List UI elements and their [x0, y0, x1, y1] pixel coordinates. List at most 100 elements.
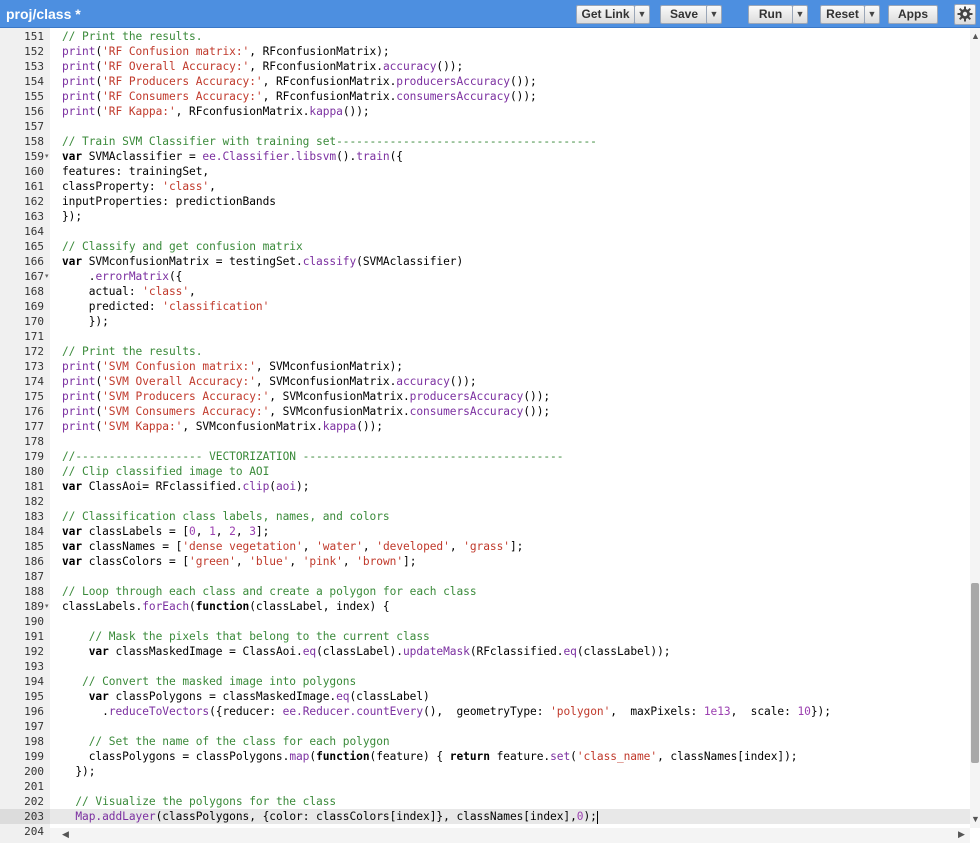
code-line[interactable]: 159 ▾ var SVMAclassifier = ee.Classifier.l…: [0, 149, 970, 164]
code-token: //------------------- VECTORIZATION ----…: [62, 450, 564, 463]
save-button[interactable]: Save: [660, 5, 708, 24]
code-line[interactable]: 154 print('RF Producers Accuracy:', RFcon…: [0, 74, 970, 89]
code-token: producersAccuracy: [396, 75, 510, 88]
run-label: Run: [758, 7, 783, 21]
code-editor[interactable]: 151// Print the results. 152 print('RF Con…: [0, 28, 980, 843]
code-line[interactable]: 187: [0, 569, 970, 584]
scroll-up-icon[interactable]: ▲: [971, 31, 980, 41]
fold-arrow-icon[interactable]: ▾: [45, 269, 49, 284]
code-line[interactable]: 157: [0, 119, 970, 134]
code-line[interactable]: 185 var classNames = ['dense vegetation',…: [0, 539, 970, 554]
code-line[interactable]: 199 classPolygons = classPolygons.map (fu…: [0, 749, 970, 764]
horizontal-scrollbar[interactable]: [50, 828, 970, 843]
get-link-dropdown[interactable]: ▼: [634, 5, 650, 24]
scroll-right-icon[interactable]: ▶: [958, 829, 965, 840]
code-text: classLabels.forEach(function(classLabel,…: [62, 599, 390, 614]
code-line[interactable]: 197: [0, 719, 970, 734]
code-text: // Mask the pixels that belong to the cu…: [62, 629, 430, 644]
code-line[interactable]: 165 // Classify and get confusion matrix: [0, 239, 970, 254]
code-line[interactable]: 201: [0, 779, 970, 794]
code-line[interactable]: 171: [0, 329, 970, 344]
code-line[interactable]: 168 actual: 'class',: [0, 284, 970, 299]
code-line[interactable]: 183 // Classification class labels, names…: [0, 509, 970, 524]
code-line[interactable]: 166 var SVMconfusionMatrix = testingSet.c…: [0, 254, 970, 269]
code-line[interactable]: 174 print('SVM Overall Accuracy:', SVMcon…: [0, 374, 970, 389]
code-line[interactable]: 184 var classLabels = [0, 1, 2, 3];: [0, 524, 970, 539]
code-line[interactable]: 179 //------------------- VECTORIZATION -…: [0, 449, 970, 464]
code-line[interactable]: 176 print('SVM Consumers Accuracy:', SVMc…: [0, 404, 970, 419]
line-number: 178: [24, 435, 44, 448]
code-token: , SVMconfusionMatrix.: [182, 420, 323, 433]
run-dropdown[interactable]: ▼: [792, 5, 808, 24]
code-line[interactable]: 190: [0, 614, 970, 629]
reset-label: Reset: [826, 7, 859, 21]
code-token: eq: [563, 645, 577, 658]
reset-button[interactable]: Reset: [820, 5, 865, 24]
code-line[interactable]: 189 ▾ classLabels.forEach(function(classLa…: [0, 599, 970, 614]
save-dropdown[interactable]: ▼: [706, 5, 722, 24]
run-button[interactable]: Run: [748, 5, 793, 24]
code-line[interactable]: 162 inputProperties: predictionBands: [0, 194, 970, 209]
code-line[interactable]: 196 .reduceToVectors({reducer: ee.Reduce…: [0, 704, 970, 719]
line-number: 159: [24, 150, 44, 163]
code-token: 'RF Consumers Accuracy:': [102, 90, 263, 103]
code-line[interactable]: 153 print('RF Overall Accuracy:', RFconfu…: [0, 59, 970, 74]
code-text: var SVMconfusionMatrix = testingSet.clas…: [62, 254, 463, 269]
code-line[interactable]: 194 // Convert the masked image into pol…: [0, 674, 970, 689]
code-line[interactable]: 173 print('SVM Confusion matrix:', SVMcon…: [0, 359, 970, 374]
code-line[interactable]: 160 features: trainingSet,: [0, 164, 970, 179]
code-line[interactable]: 175 print('SVM Producers Accuracy:', SVMc…: [0, 389, 970, 404]
code-line[interactable]: 163});: [0, 209, 970, 224]
code-line[interactable]: 177 print('SVM Kappa:', SVMconfusionMatri…: [0, 419, 970, 434]
code-line[interactable]: 198 // Set the name of the class for eac…: [0, 734, 970, 749]
get-link-button[interactable]: Get Link: [576, 5, 635, 24]
code-line[interactable]: 169 predicted: 'classification': [0, 299, 970, 314]
code-line[interactable]: 180 // Clip classified image to AOI: [0, 464, 970, 479]
code-line[interactable]: 167 ▾ .errorMatrix({: [0, 269, 970, 284]
code-line[interactable]: 181 var ClassAoi= RFclassified.clip(aoi);: [0, 479, 970, 494]
code-line[interactable]: 158 // Train SVM Classifier with training…: [0, 134, 970, 149]
code-token: map: [289, 750, 310, 763]
code-line[interactable]: 155 print('RF Consumers Accuracy:', RFcon…: [0, 89, 970, 104]
scroll-down-icon[interactable]: ▼: [971, 814, 980, 824]
code-line[interactable]: 191 // Mask the pixels that belong to th…: [0, 629, 970, 644]
code-line[interactable]: 151 // Print the results.: [0, 29, 970, 44]
line-number: 186: [24, 555, 44, 568]
code-token: // Clip classified image to AOI: [62, 465, 270, 478]
code-token: ,: [235, 525, 250, 538]
code-line[interactable]: 186 var classColors = ['green', 'blue', '…: [0, 554, 970, 569]
settings-button[interactable]: [954, 4, 976, 25]
fold-arrow-icon[interactable]: ▾: [45, 599, 49, 614]
code-line[interactable]: 195 var classPolygons = classMaskedImage…: [0, 689, 970, 704]
fold-arrow-icon[interactable]: ▾: [45, 149, 49, 164]
code-line[interactable]: 170 });: [0, 314, 970, 329]
vertical-scrollbar-thumb[interactable]: [971, 583, 979, 763]
code-line[interactable]: 203 Map.addLayer(classPolygons, {color: …: [0, 809, 970, 824]
code-text: print('SVM Producers Accuracy:', SVMconf…: [62, 389, 550, 404]
code-line[interactable]: 192 var classMaskedImage = ClassAoi.eq(c…: [0, 644, 970, 659]
code-token: , RFconfusionMatrix.: [175, 105, 310, 118]
code-line[interactable]: 202 // Visualize the polygons for the cl…: [0, 794, 970, 809]
code-line[interactable]: 200 });: [0, 764, 970, 779]
scroll-left-icon[interactable]: ◀: [62, 829, 69, 840]
line-number: 152: [24, 45, 44, 58]
code-line[interactable]: 193: [0, 659, 970, 674]
code-line[interactable]: 182: [0, 494, 970, 509]
code-line[interactable]: 188 // Loop through each class and create…: [0, 584, 970, 599]
code-line[interactable]: 178: [0, 434, 970, 449]
code-line[interactable]: 156 print('RF Kappa:', RFconfusionMatrix.…: [0, 104, 970, 119]
apps-button[interactable]: Apps: [888, 5, 938, 24]
code-line[interactable]: 164: [0, 224, 970, 239]
code-line[interactable]: 161 classProperty: 'class',: [0, 179, 970, 194]
code-token: // Train SVM Classifier with training se…: [62, 135, 597, 148]
code-token: , SVMconfusionMatrix.: [269, 390, 410, 403]
code-text: // Train SVM Classifier with training se…: [62, 134, 597, 149]
code-token: ];: [403, 555, 417, 568]
code-line[interactable]: 152 print('RF Confusion matrix:', RFconfu…: [0, 44, 970, 59]
code-token: features: trainingSet,: [62, 165, 210, 178]
code-line[interactable]: 172 // Print the results.: [0, 344, 970, 359]
script-title[interactable]: proj/class *: [6, 6, 81, 22]
code-token: ({: [389, 150, 403, 163]
reset-dropdown[interactable]: ▼: [864, 5, 880, 24]
